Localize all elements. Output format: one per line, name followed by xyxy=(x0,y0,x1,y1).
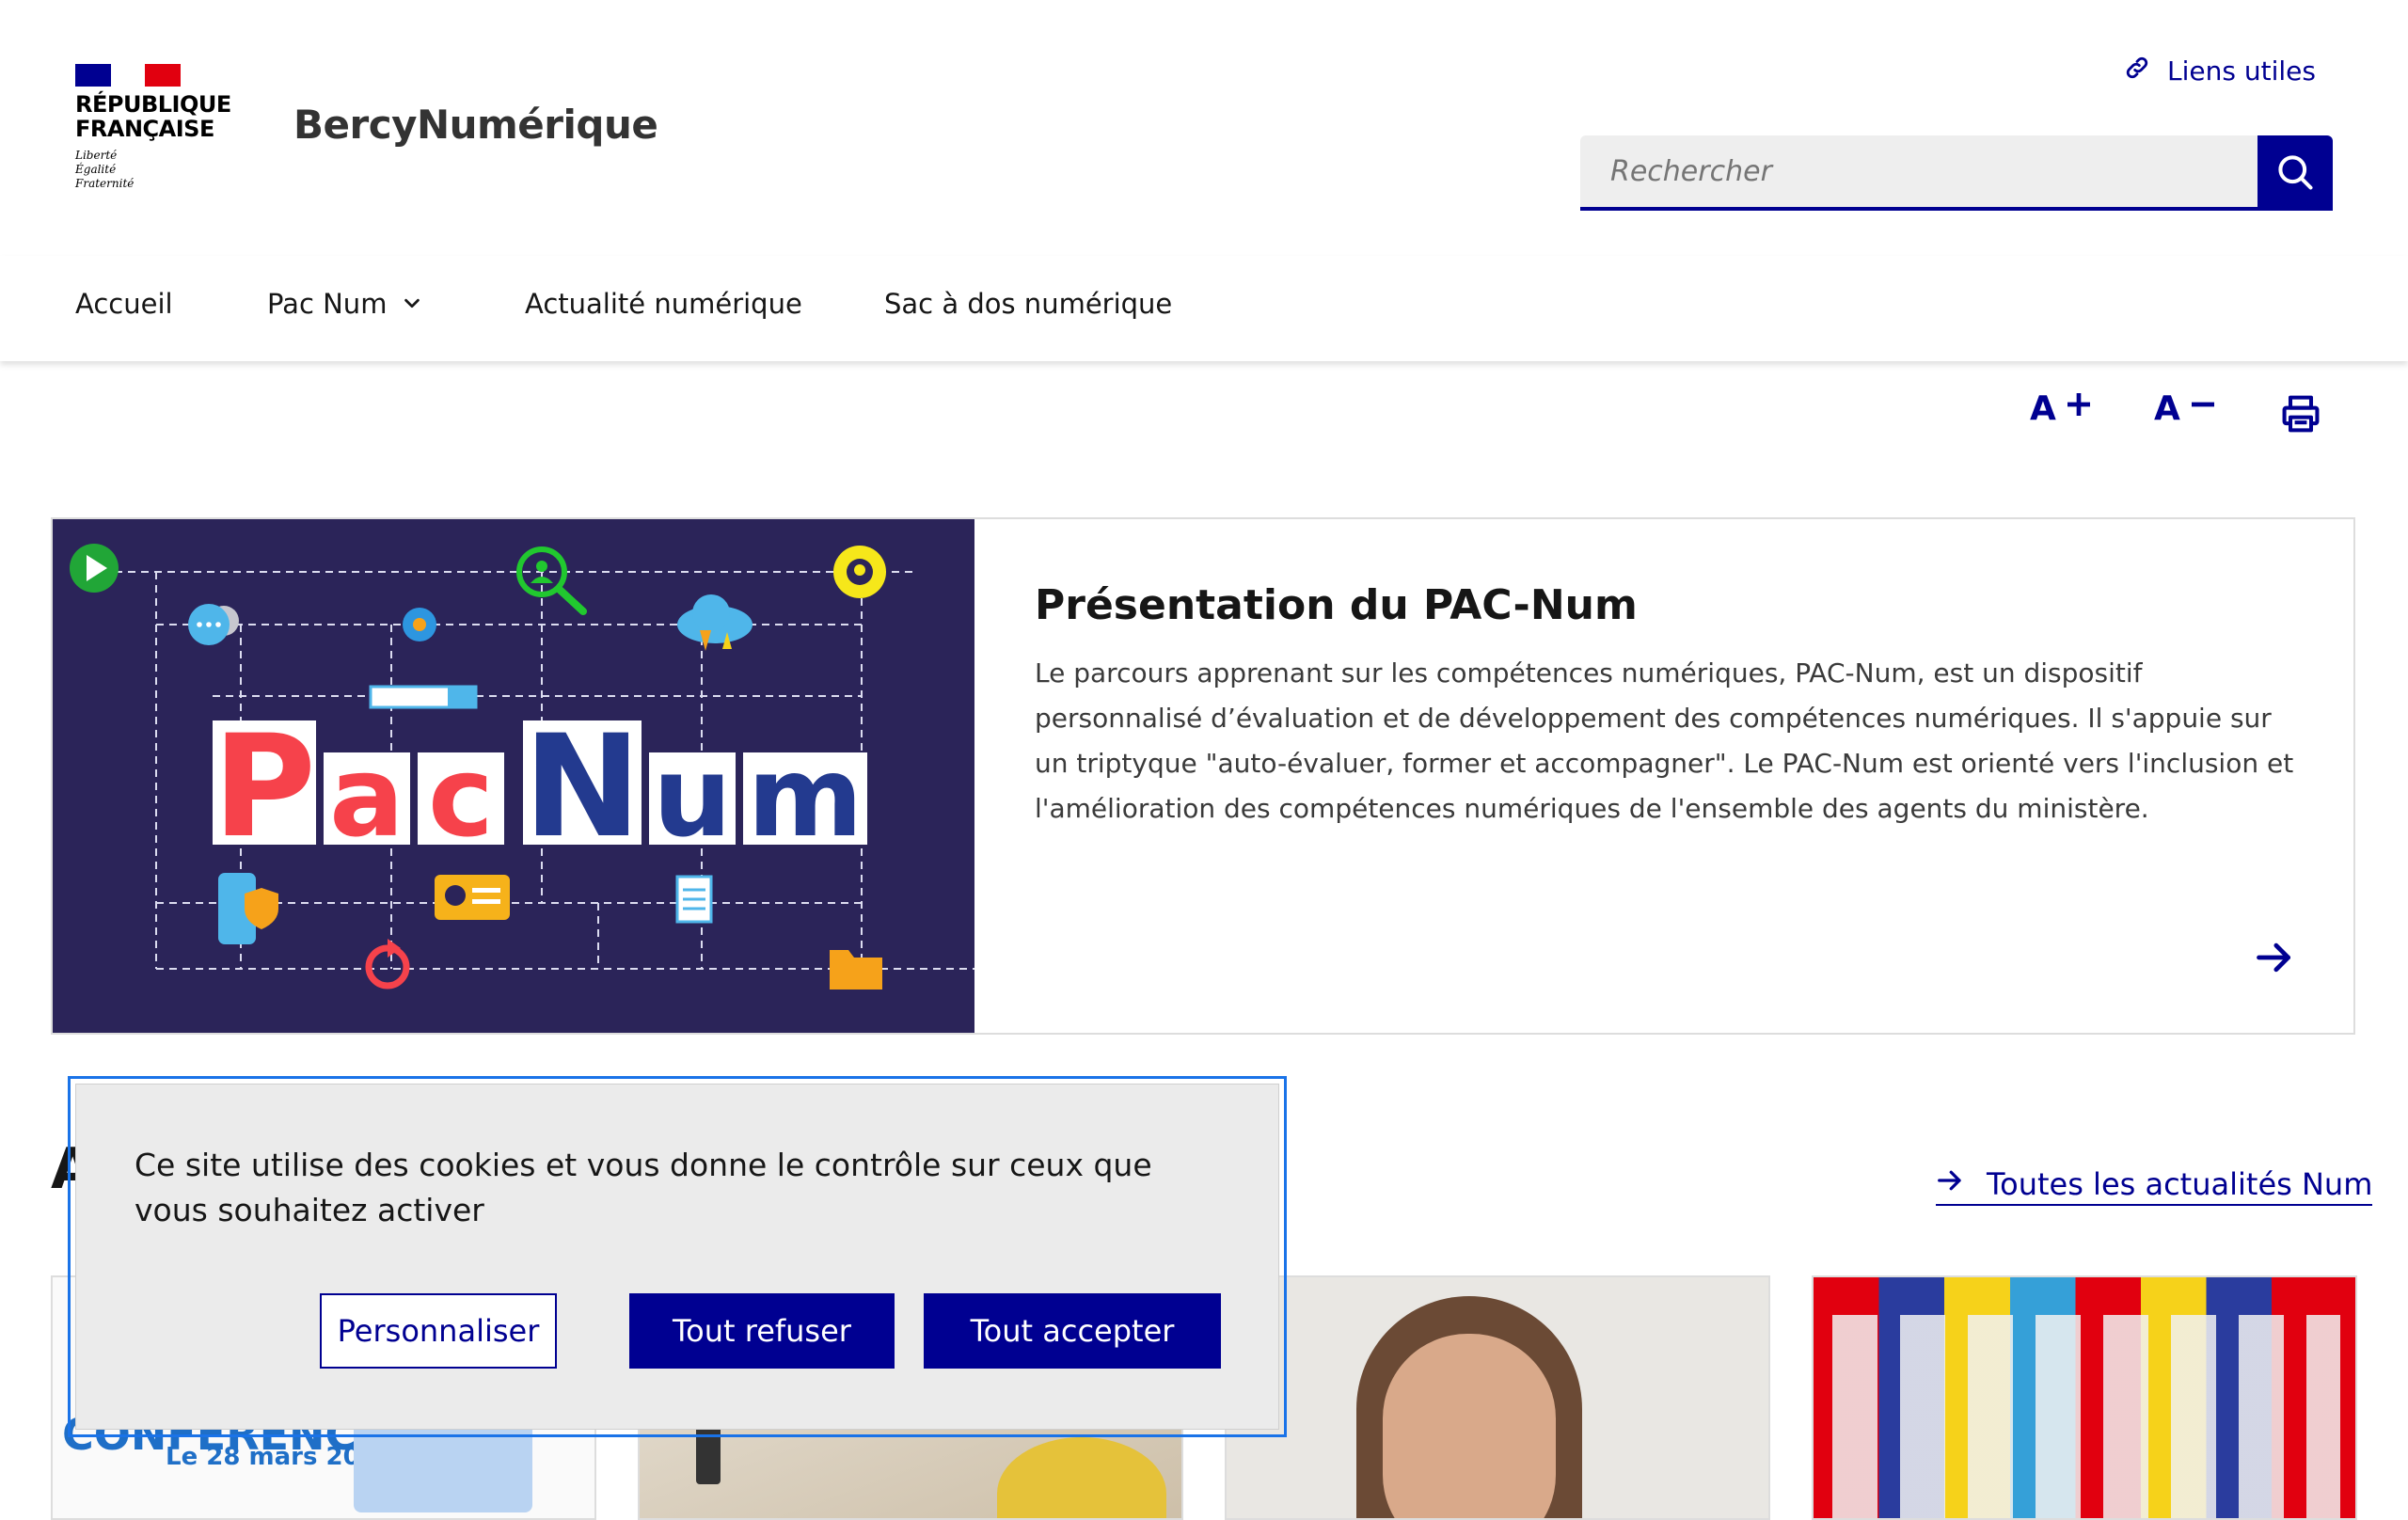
republique-francaise-label[interactable]: RÉPUBLIQUE FRANÇAISE xyxy=(75,92,231,141)
tout-refuser-button[interactable]: Tout refuser xyxy=(629,1293,895,1369)
cookie-banner: Ce site utilise des cookies et vous donn… xyxy=(75,1084,1279,1430)
num-letter-m: m xyxy=(748,732,863,862)
arrow-right-icon[interactable] xyxy=(2254,937,2295,982)
pac-letter-c: c xyxy=(428,732,494,862)
font-a-label: A xyxy=(2154,389,2180,428)
search-input[interactable] xyxy=(1580,135,2258,211)
news-card-image xyxy=(1814,1277,2355,1518)
flag-white-band xyxy=(111,64,145,87)
all-news-link[interactable]: Toutes les actualités Num xyxy=(1936,1166,2373,1206)
nav-item-accueil[interactable]: Accueil xyxy=(75,288,173,320)
pac-num-feature-card[interactable]: P a c N u m Présentation du PAC-Num Le p… xyxy=(51,517,2355,1035)
marianne-flag-logo[interactable] xyxy=(75,64,181,87)
feature-title[interactable]: Présentation du PAC-Num xyxy=(1035,581,1638,629)
rf-line-2: FRANÇAISE xyxy=(75,116,214,142)
personnaliser-button[interactable]: Personnaliser xyxy=(320,1293,557,1369)
all-news-label: Toutes les actualités Num xyxy=(1987,1166,2373,1202)
search-bar xyxy=(1580,135,2333,211)
feature-description: Le parcours apprenant sur les compétence… xyxy=(1035,657,2294,824)
nav-item-label: Actualité numérique xyxy=(525,288,802,320)
nav-item-pac-num[interactable]: Pac Num xyxy=(267,288,422,320)
num-letter-u: u xyxy=(653,732,732,862)
search-button[interactable] xyxy=(2258,135,2333,211)
pac-num-illustration: P a c N u m xyxy=(53,519,974,1033)
news-card-image xyxy=(1227,1277,1768,1518)
print-button[interactable] xyxy=(2280,393,2321,443)
card-faces-graphic xyxy=(1832,1315,2340,1518)
num-letter-n: N xyxy=(523,705,642,869)
news-card[interactable] xyxy=(1812,1275,2357,1520)
nav-item-label: Accueil xyxy=(75,288,173,320)
nav-item-label: Pac Num xyxy=(267,288,388,320)
chevron-down-icon xyxy=(402,288,422,320)
arrow-right-icon xyxy=(1936,1166,1964,1202)
tout-accepter-button[interactable]: Tout accepter xyxy=(924,1293,1221,1369)
site-name[interactable]: BercyNumérique xyxy=(293,102,658,148)
decrease-font-button[interactable]: A xyxy=(2154,389,2218,428)
news-card[interactable] xyxy=(1225,1275,1770,1520)
pac-letter-p: P xyxy=(213,705,316,869)
font-a-label: A xyxy=(2030,389,2056,428)
liens-utiles-link[interactable]: Liens utiles xyxy=(2124,55,2316,87)
plus-icon xyxy=(2064,389,2094,428)
flag-red-band xyxy=(145,64,181,87)
nav-item-sac-a-dos[interactable]: Sac à dos numérique xyxy=(884,288,1172,320)
motto-egalite: Égalité xyxy=(75,163,117,176)
cookie-message: Ce site utilise des cookies et vous donn… xyxy=(135,1147,1152,1228)
link-icon xyxy=(2124,55,2150,87)
search-icon xyxy=(2274,151,2316,196)
printer-icon xyxy=(2280,393,2321,443)
card-person-graphic xyxy=(997,1437,1166,1518)
pac-letter-a: a xyxy=(329,732,404,862)
motto-fraternite: Fraternité xyxy=(75,177,135,190)
liens-utiles-label: Liens utiles xyxy=(2167,55,2316,87)
main-navigation: Accueil Pac Num Actualité numérique Sac … xyxy=(0,256,2408,361)
rf-motto: Liberté Égalité Fraternité xyxy=(75,149,134,191)
increase-font-button[interactable]: A xyxy=(2030,389,2094,428)
nav-item-label: Sac à dos numérique xyxy=(884,288,1173,320)
minus-icon xyxy=(2188,389,2218,428)
pac-num-artwork: P a c N u m xyxy=(70,544,974,990)
rf-line-1: RÉPUBLIQUE xyxy=(75,91,231,118)
flag-blue-band xyxy=(75,64,111,87)
nav-item-actualite-numerique[interactable]: Actualité numérique xyxy=(525,288,802,320)
motto-liberte: Liberté xyxy=(75,149,118,162)
site-header: RÉPUBLIQUE FRANÇAISE Liberté Égalité Fra… xyxy=(0,0,2408,258)
card-face-graphic xyxy=(1383,1334,1556,1518)
